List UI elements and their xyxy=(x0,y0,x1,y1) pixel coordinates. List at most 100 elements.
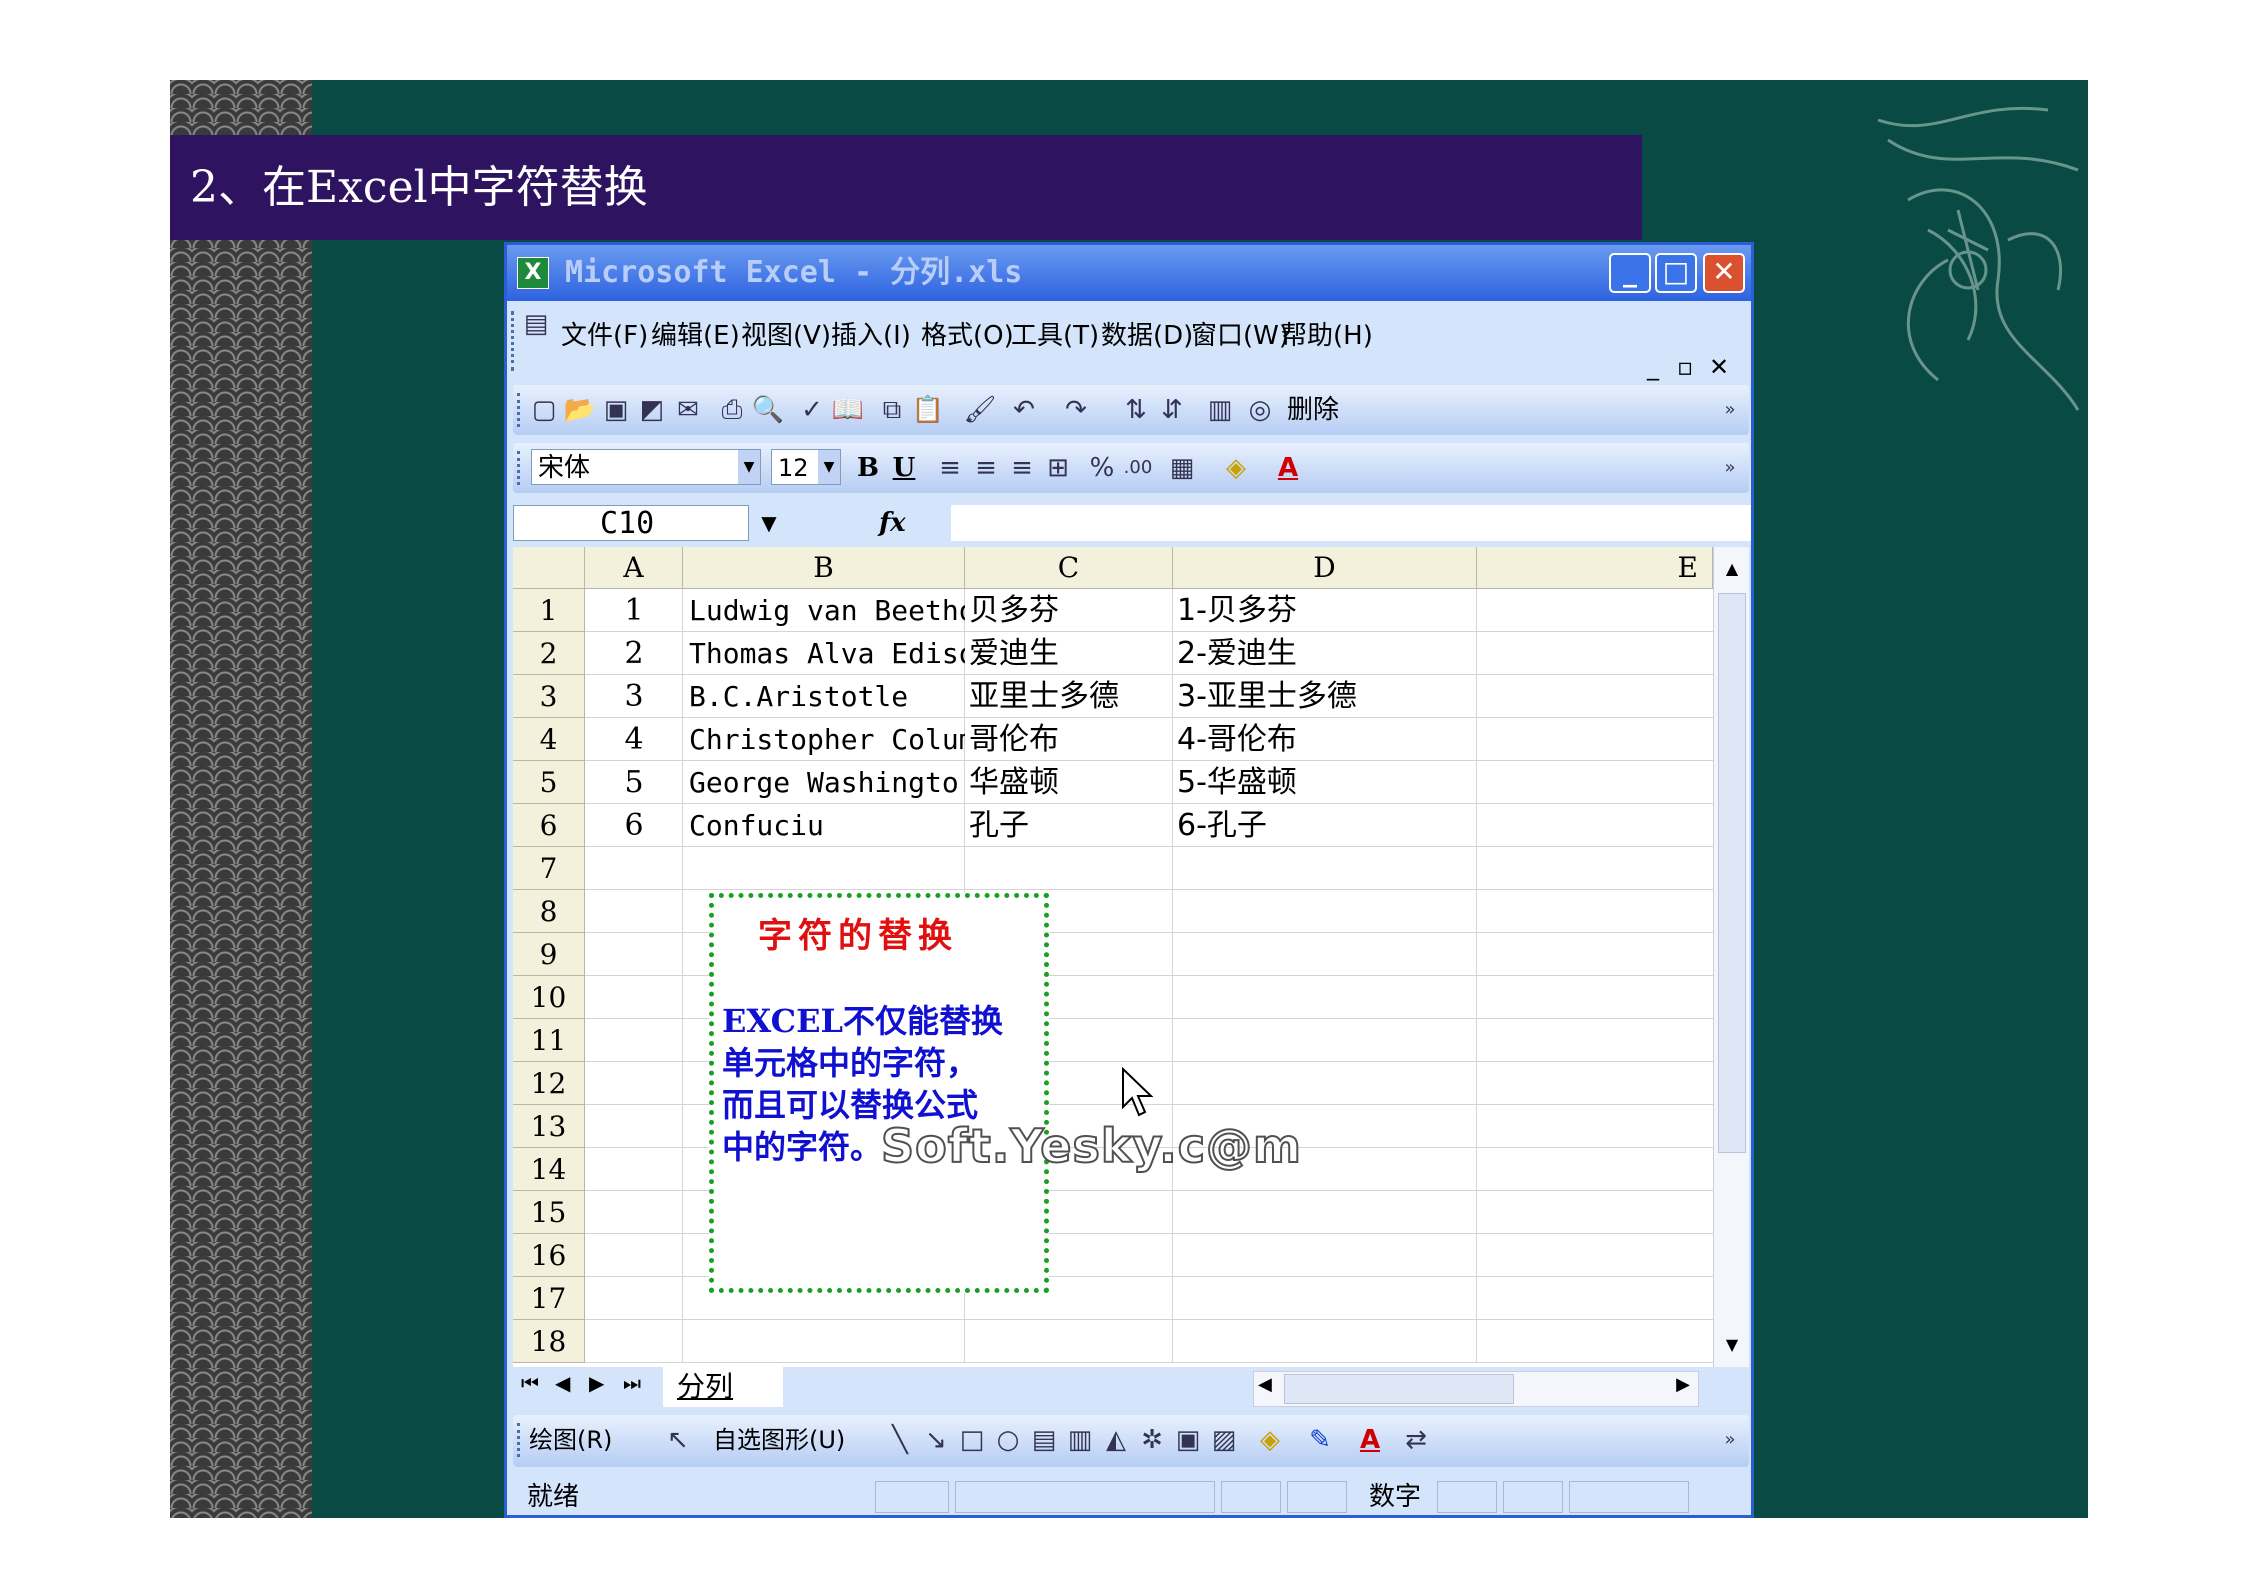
name-box[interactable]: C10 xyxy=(513,505,749,541)
oval-icon[interactable]: ○ xyxy=(991,1423,1025,1457)
cell-b[interactable]: Christopher Columbu xyxy=(689,718,965,761)
print-icon[interactable]: ⎙ xyxy=(715,393,749,427)
vertical-scrollbar[interactable]: ▲ ▼ xyxy=(1713,547,1749,1367)
underline-icon[interactable]: U xyxy=(887,451,921,485)
cell-c[interactable]: 孔子 xyxy=(969,804,1173,847)
row-header[interactable]: 9 xyxy=(513,933,585,976)
print-preview-icon[interactable]: 🔍 xyxy=(751,393,785,427)
fill-color-icon[interactable]: ◈ xyxy=(1253,1423,1287,1457)
chart-wizard-icon[interactable]: ▥ xyxy=(1203,393,1237,427)
menu-format[interactable]: 格式(O) xyxy=(921,315,1014,352)
excel-app-icon[interactable]: X xyxy=(517,257,549,289)
line-style-icon[interactable]: ⇄ xyxy=(1399,1423,1433,1457)
column-header-b[interactable]: B xyxy=(683,547,965,589)
prev-sheet-icon[interactable]: ◀ xyxy=(555,1371,570,1395)
sheet-tab[interactable]: 分列 xyxy=(663,1367,783,1407)
column-header-a[interactable]: A xyxy=(585,547,683,589)
redo-icon[interactable]: ↷ xyxy=(1059,393,1093,427)
open-folder-icon[interactable]: 📂 xyxy=(563,393,597,427)
row-header[interactable]: 10 xyxy=(513,976,585,1019)
menu-edit[interactable]: 编辑(E) xyxy=(651,315,740,352)
cell-d[interactable]: 1-贝多芬 xyxy=(1177,589,1477,632)
row-header[interactable]: 11 xyxy=(513,1019,585,1062)
cell-c[interactable]: 哥伦布 xyxy=(969,718,1173,761)
formula-input[interactable] xyxy=(951,505,1751,541)
row-header[interactable]: 14 xyxy=(513,1148,585,1191)
row-header[interactable]: 5 xyxy=(513,761,585,804)
cell-b[interactable]: Confuciu xyxy=(689,804,965,847)
document-icon[interactable]: ▤ xyxy=(519,307,553,341)
email-icon[interactable]: ✉ xyxy=(671,393,705,427)
row-header[interactable]: 1 xyxy=(513,589,585,632)
scroll-down-icon[interactable]: ▼ xyxy=(1718,1327,1746,1363)
font-color-icon[interactable]: A xyxy=(1271,451,1305,485)
menu-data[interactable]: 数据(D) xyxy=(1101,315,1193,352)
row-header[interactable]: 4 xyxy=(513,718,585,761)
align-center-icon[interactable]: ≡ xyxy=(969,451,1003,485)
bold-icon[interactable]: B xyxy=(851,451,885,485)
cell-b[interactable]: B.C.Aristotle xyxy=(689,675,965,718)
rectangle-icon[interactable]: □ xyxy=(955,1423,989,1457)
close-button[interactable]: ✕ xyxy=(1703,253,1745,293)
doc-minimize-icon[interactable]: _ xyxy=(1647,353,1659,381)
wordart-icon[interactable]: ◭ xyxy=(1099,1423,1133,1457)
cell-d[interactable]: 4-哥伦布 xyxy=(1177,718,1477,761)
toolbar-options-icon[interactable]: » xyxy=(1713,393,1747,427)
toolbar-grip[interactable] xyxy=(517,451,524,485)
permission-icon[interactable]: ◩ xyxy=(635,393,669,427)
row-header[interactable]: 15 xyxy=(513,1191,585,1234)
draw-menu-button[interactable]: 绘图(R) xyxy=(529,1423,649,1457)
toolbar-options-icon[interactable]: » xyxy=(1713,451,1747,485)
column-header-d[interactable]: D xyxy=(1173,547,1477,589)
menu-tools[interactable]: 工具(T) xyxy=(1011,315,1099,352)
cell-d[interactable]: 2-爱迪生 xyxy=(1177,632,1477,675)
row-header[interactable]: 13 xyxy=(513,1105,585,1148)
worksheet-grid[interactable]: A B C D E 1 2 3 4 5 6 7 8 9 10 11 12 13 14 15 16 17 18 1L… xyxy=(513,547,1749,1367)
toolbar-options-icon[interactable]: » xyxy=(1713,1423,1747,1457)
chevron-down-icon[interactable]: ▼ xyxy=(818,450,840,484)
cell-c[interactable]: 华盛顿 xyxy=(969,761,1173,804)
column-header-c[interactable]: C xyxy=(965,547,1173,589)
menu-insert[interactable]: 插入(I) xyxy=(831,315,911,352)
cell-b[interactable]: George Washingto xyxy=(689,761,965,804)
row-header[interactable]: 2 xyxy=(513,632,585,675)
picture-icon[interactable]: ▨ xyxy=(1207,1423,1241,1457)
row-header[interactable]: 6 xyxy=(513,804,585,847)
cell-a[interactable]: 4 xyxy=(585,718,683,761)
minimize-button[interactable]: _ xyxy=(1609,253,1651,293)
window-title-bar[interactable]: X Microsoft Excel - 分列.xls _ □ ✕ xyxy=(507,245,1751,301)
menu-file[interactable]: 文件(F) xyxy=(561,315,648,352)
row-header[interactable]: 18 xyxy=(513,1320,585,1363)
cell-b[interactable]: Thomas Alva Edison xyxy=(689,632,965,675)
menu-help[interactable]: 帮助(H) xyxy=(1281,315,1373,352)
delete-button[interactable]: 删除 xyxy=(1283,393,1343,427)
vertical-textbox-icon[interactable]: ▥ xyxy=(1063,1423,1097,1457)
format-painter-icon[interactable]: 🖌 xyxy=(963,393,997,427)
last-sheet-icon[interactable]: ⏭ xyxy=(623,1371,641,1395)
menu-window[interactable]: 窗口(W) xyxy=(1191,315,1289,352)
sort-descending-icon[interactable]: ⇵ xyxy=(1155,393,1189,427)
column-header-e[interactable]: E xyxy=(1477,547,1713,589)
camera-icon[interactable]: ◎ xyxy=(1243,393,1277,427)
autoshapes-button[interactable]: 自选图形(U) xyxy=(713,1423,873,1457)
note-textbox[interactable]: 字符的替换 EXCEL不仅能替换 单元格中的字符， 而且可以替换公式 中的字符。 xyxy=(709,893,1049,1293)
cell-a[interactable]: 2 xyxy=(585,632,683,675)
font-size-select[interactable]: 12 ▼ xyxy=(771,449,841,485)
chevron-down-icon[interactable]: ▼ xyxy=(738,450,760,484)
menu-grip[interactable] xyxy=(511,311,518,371)
row-header[interactable]: 12 xyxy=(513,1062,585,1105)
cell-c[interactable]: 爱迪生 xyxy=(969,632,1173,675)
sort-ascending-icon[interactable]: ⇅ xyxy=(1119,393,1153,427)
copy-icon[interactable]: ⧉ xyxy=(875,393,909,427)
chevron-down-icon[interactable]: ▼ xyxy=(749,505,789,541)
maximize-button[interactable]: □ xyxy=(1655,253,1697,293)
next-sheet-icon[interactable]: ▶ xyxy=(589,1371,604,1395)
clipart-icon[interactable]: ▣ xyxy=(1171,1423,1205,1457)
merge-center-icon[interactable]: ⊞ xyxy=(1041,451,1075,485)
font-name-select[interactable]: 宋体 ▼ xyxy=(531,449,761,485)
increase-decimal-icon[interactable]: .00 xyxy=(1121,451,1155,485)
row-header[interactable]: 3 xyxy=(513,675,585,718)
cell-a[interactable]: 1 xyxy=(585,589,683,632)
row-header[interactable]: 7 xyxy=(513,847,585,890)
first-sheet-icon[interactable]: ⏮ xyxy=(521,1371,539,1395)
